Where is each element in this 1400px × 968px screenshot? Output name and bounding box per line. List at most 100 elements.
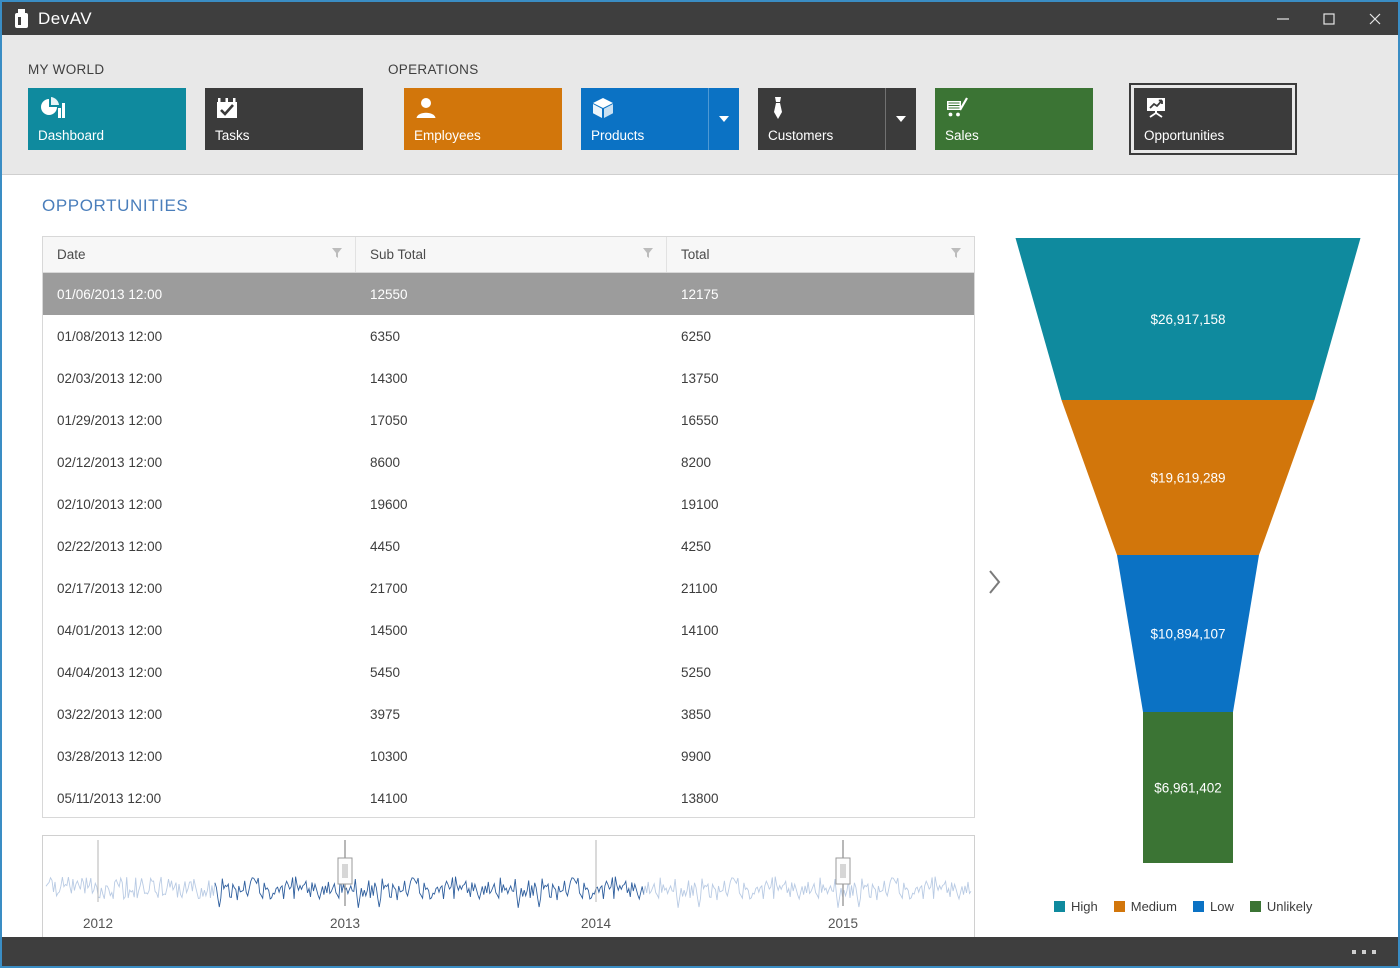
close-button[interactable] xyxy=(1352,2,1398,35)
table-row[interactable]: 02/03/2013 12:00 14300 13750 xyxy=(43,357,974,399)
filter-icon[interactable] xyxy=(950,247,962,262)
grid-column-header-date[interactable]: Date xyxy=(43,237,356,272)
legend-item[interactable]: Low xyxy=(1193,899,1234,914)
table-row[interactable]: 01/29/2013 12:00 17050 16550 xyxy=(43,399,974,441)
grid-column-header-sub-total[interactable]: Sub Total xyxy=(356,237,667,272)
grid-column-header-total[interactable]: Total xyxy=(667,237,974,272)
table-cell-total: 19100 xyxy=(681,496,719,512)
application-window: DevAV MY WORLD OPERATIONS Dashboard Task… xyxy=(0,0,1400,968)
minimize-button[interactable] xyxy=(1260,2,1306,35)
table-cell-total: 9900 xyxy=(681,748,712,764)
funnel-segment-label: $10,894,107 xyxy=(1150,627,1225,642)
table-row[interactable]: 02/22/2013 12:00 4450 4250 xyxy=(43,525,974,567)
range-chart[interactable]: 2012 2013 2014 2015 xyxy=(43,836,974,939)
nav-tile-customers[interactable]: Customers xyxy=(758,88,916,150)
nav-tile-employees[interactable]: Employees xyxy=(404,88,562,150)
range-handle-icon[interactable] xyxy=(835,840,851,906)
nav-tile-label: Customers xyxy=(768,128,834,143)
table-cell-total: 5250 xyxy=(681,664,712,680)
table-cell-sub-total: 6350 xyxy=(370,328,401,344)
dashboard-chart-icon xyxy=(38,95,186,121)
chevron-right-icon xyxy=(989,570,1001,594)
legend-swatch-icon xyxy=(1249,901,1261,912)
nav-tile-label: Dashboard xyxy=(38,128,105,143)
table-cell-total: 21100 xyxy=(681,580,718,596)
nav-tiles: Dashboard Tasks Employees Products Custo… xyxy=(28,83,1297,155)
legend-item[interactable]: Unlikely xyxy=(1249,899,1312,914)
grid-header-row: Date Sub Total Total xyxy=(43,237,974,273)
nav-tile-sales[interactable]: Sales xyxy=(935,88,1093,150)
table-cell-total: 3850 xyxy=(681,706,712,722)
table-row[interactable]: 01/08/2013 12:00 6350 6250 xyxy=(43,315,974,357)
table-row[interactable]: 02/12/2013 12:00 8600 8200 xyxy=(43,441,974,483)
table-row[interactable]: 03/22/2013 12:00 3975 3850 xyxy=(43,693,974,735)
table-row[interactable]: 02/17/2013 12:00 21700 21100 xyxy=(43,567,974,609)
opportunities-funnel-chart: $26,917,158 $19,619,289 $10,894,107 $6,961,… xyxy=(1002,234,1374,934)
nav-tile-tasks[interactable]: Tasks xyxy=(205,88,363,150)
chevron-down-icon xyxy=(719,116,729,122)
grid-column-label: Sub Total xyxy=(370,247,427,262)
table-cell-total: 13800 xyxy=(681,790,719,806)
table-cell-sub-total: 4450 xyxy=(370,538,401,554)
nav-group-label-operations: OPERATIONS xyxy=(388,62,479,77)
legend-swatch-icon xyxy=(1113,901,1125,912)
table-cell-date: 03/22/2013 12:00 xyxy=(57,706,163,722)
table-row[interactable]: 05/11/2013 12:00 14100 13800 xyxy=(43,777,974,817)
nav-tile-products[interactable]: Products xyxy=(581,88,739,150)
legend-item[interactable]: High xyxy=(1054,899,1098,914)
table-row[interactable]: 04/04/2013 12:00 5450 5250 xyxy=(43,651,974,693)
shopping-cart-icon xyxy=(945,95,1093,121)
app-logo: DevAV xyxy=(2,9,92,29)
table-cell-date: 02/12/2013 12:00 xyxy=(57,454,163,470)
table-cell-sub-total: 3975 xyxy=(370,706,401,722)
nav-tile-label: Opportunities xyxy=(1144,128,1225,143)
presentation-chart-icon xyxy=(1144,95,1292,121)
nav-tile-customers-dropdown[interactable] xyxy=(885,88,916,150)
table-row[interactable]: 02/10/2013 12:00 19600 19100 xyxy=(43,483,974,525)
table-row[interactable]: 03/28/2013 12:00 10300 9900 xyxy=(43,735,974,777)
status-bar xyxy=(2,937,1398,966)
nav-tile-label: Employees xyxy=(414,128,481,143)
table-row[interactable]: 04/01/2013 12:00 14500 14100 xyxy=(43,609,974,651)
legend-label: High xyxy=(1071,899,1098,914)
page-title: OPPORTUNITIES xyxy=(42,196,189,215)
legend-swatch-icon xyxy=(1054,901,1065,912)
range-axis-tick-label: 2013 xyxy=(330,916,360,931)
ellipsis-icon[interactable] xyxy=(1352,949,1398,954)
box-icon xyxy=(591,95,708,121)
nav-tile-opportunities[interactable]: Opportunities xyxy=(1129,83,1297,155)
table-cell-total: 6250 xyxy=(681,328,712,344)
range-series-path xyxy=(643,876,972,908)
table-cell-sub-total: 14300 xyxy=(370,370,408,386)
opportunities-grid: Date Sub Total Total 01/06/2013 12:00 125… xyxy=(42,236,975,818)
range-axis-tick-label: 2014 xyxy=(581,916,612,931)
table-cell-sub-total: 8600 xyxy=(370,454,401,470)
devav-logo-icon xyxy=(14,9,29,28)
table-row[interactable]: 01/06/2013 12:00 12550 12175 xyxy=(43,273,974,315)
person-icon xyxy=(414,95,562,121)
range-handle-icon[interactable] xyxy=(337,840,353,906)
table-cell-date: 02/10/2013 12:00 xyxy=(57,496,163,512)
navigation-strip: MY WORLD OPERATIONS Dashboard Tasks Empl… xyxy=(2,35,1398,175)
legend-label: Medium xyxy=(1130,899,1177,914)
legend-item[interactable]: Medium xyxy=(1113,899,1177,914)
table-cell-date: 03/28/2013 12:00 xyxy=(57,748,163,764)
table-cell-sub-total: 5450 xyxy=(370,664,401,680)
filter-icon[interactable] xyxy=(642,247,654,262)
maximize-button[interactable] xyxy=(1306,2,1352,35)
table-cell-date: 04/04/2013 12:00 xyxy=(57,664,163,680)
table-cell-date: 01/29/2013 12:00 xyxy=(57,412,163,428)
filter-icon[interactable] xyxy=(331,247,343,262)
funnel-legend: High Medium Low Unlikely xyxy=(1054,899,1312,914)
date-range-selector[interactable]: 2012 2013 2014 2015 xyxy=(42,835,975,940)
nav-tile-products-dropdown[interactable] xyxy=(708,88,739,150)
nav-tile-dashboard[interactable]: Dashboard xyxy=(28,88,186,150)
grid-column-label: Total xyxy=(681,247,710,262)
range-axis-tick-label: 2012 xyxy=(83,916,113,931)
table-cell-sub-total: 17050 xyxy=(370,412,408,428)
table-cell-date: 02/03/2013 12:00 xyxy=(57,370,163,386)
grid-body: 01/06/2013 12:00 12550 12175 01/08/2013 12:… xyxy=(43,273,974,817)
table-cell-sub-total: 19600 xyxy=(370,496,408,512)
table-cell-total: 13750 xyxy=(681,370,719,386)
table-cell-sub-total: 14100 xyxy=(370,790,408,806)
